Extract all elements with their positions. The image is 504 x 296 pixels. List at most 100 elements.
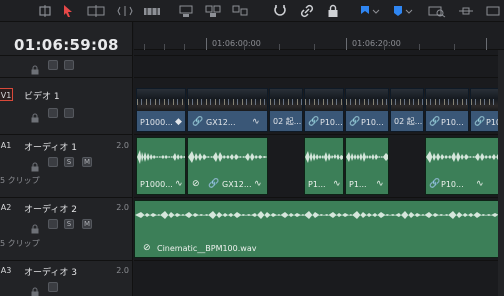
waveform	[426, 151, 503, 163]
current-timecode[interactable]: 01:06:59:08	[14, 36, 119, 54]
waveform	[188, 151, 267, 163]
track-id-a1[interactable]: A1	[0, 139, 12, 152]
fade-icon: ⊘	[192, 179, 200, 189]
zoom-icon[interactable]	[428, 4, 446, 18]
lock-icon[interactable]	[30, 157, 40, 172]
solo-button-a1[interactable]: S	[64, 157, 74, 167]
trim-icon[interactable]	[38, 4, 52, 18]
blade-icon[interactable]	[87, 4, 105, 18]
zoom-out-icon[interactable]	[458, 4, 474, 18]
link-icon: 🔗	[208, 179, 220, 189]
clip-label: P1000...	[140, 118, 173, 127]
ruler-tick	[454, 44, 455, 50]
curve-icon: ∿	[333, 179, 341, 189]
divider	[134, 197, 504, 198]
mute-button-a2[interactable]: M	[82, 219, 92, 229]
track-header-v1: V1 ビデオ 1	[0, 78, 133, 132]
track-id-v1[interactable]: V1	[0, 88, 13, 101]
video-toggle-icon[interactable]	[64, 108, 74, 118]
clip-label: P10...	[361, 118, 384, 127]
ruler-tick	[486, 38, 487, 50]
waveform	[137, 150, 185, 164]
timeline-area[interactable]: 01:06:00:00 01:06:20:00 P1000... ◆ 🔗 GX1…	[134, 22, 504, 296]
vertical-scrollbar[interactable]	[498, 50, 504, 296]
video-clip[interactable]: 02 起...	[390, 88, 424, 132]
track-name-a3[interactable]: オーディオ 3	[24, 265, 77, 278]
track-volume-a2: 2.0	[116, 203, 129, 212]
audio-clip[interactable]: ⊘ 🔗 GX12... ∿	[187, 137, 268, 195]
auto-select-icon[interactable]	[48, 157, 58, 167]
flag-icon[interactable]	[360, 4, 370, 18]
lock-icon[interactable]	[30, 60, 40, 75]
ruler-tick	[144, 44, 145, 50]
fit-icon[interactable]	[205, 4, 221, 18]
link-icon[interactable]	[300, 4, 314, 18]
ruler-label: 01:06:20:00	[352, 39, 401, 48]
video-clip[interactable]: 02 起...	[269, 88, 303, 132]
auto-select-icon[interactable]	[48, 108, 58, 118]
solo-button-a2[interactable]: S	[64, 219, 74, 229]
curve-icon: ∿	[252, 117, 260, 127]
link-icon: 🔗	[474, 117, 486, 127]
marker-dropdown-chevron-icon[interactable]	[405, 4, 413, 18]
overwrite-icon[interactable]	[143, 4, 161, 18]
clip-label: Cinematic__BPM100.wav	[157, 244, 257, 253]
track-header-a2: A2 オーディオ 2 2.0 S M 5 クリップ	[0, 198, 133, 260]
timecode-ruler[interactable]: 01:06:00:00 01:06:20:00	[134, 22, 504, 50]
ripple-icon[interactable]	[232, 4, 248, 18]
clip-label: GX12...	[222, 180, 252, 189]
audio-clip-music[interactable]: ⊘ Cinematic__BPM100.wav	[134, 200, 504, 258]
flag-dropdown-chevron-icon[interactable]	[372, 4, 380, 18]
clip-label: GX12...	[206, 118, 236, 127]
monitor-icon[interactable]	[64, 60, 74, 70]
track-name-a1[interactable]: オーディオ 1	[24, 140, 77, 153]
audio-clip[interactable]: P1... ∿	[304, 137, 344, 195]
link-icon: 🔗	[349, 117, 361, 127]
timeline-toolbar	[0, 0, 504, 22]
marker-icon[interactable]	[393, 4, 403, 18]
ruler-tick	[244, 44, 245, 50]
curve-icon: ∿	[376, 179, 384, 189]
lock-icon[interactable]	[327, 4, 339, 18]
insert-icon[interactable]	[117, 4, 133, 18]
clip-label: P10...	[441, 118, 464, 127]
clip-label: P1000...	[140, 180, 173, 189]
audio-clip[interactable]: P10... 🔗 ∿	[425, 137, 504, 195]
clip-label: 02 起...	[273, 117, 302, 126]
link-icon: 🔗	[429, 179, 441, 189]
ruler-tick	[184, 44, 185, 50]
lock-icon[interactable]	[30, 108, 40, 123]
mute-button-a1[interactable]: M	[82, 157, 92, 167]
replace-icon[interactable]	[178, 4, 194, 18]
audio-clip[interactable]: P1... ∿	[345, 137, 389, 195]
auto-select-icon[interactable]	[48, 219, 58, 229]
full-zoom-icon[interactable]	[486, 4, 500, 18]
track-name-a2[interactable]: オーディオ 2	[24, 202, 77, 215]
link-icon: ◆	[175, 117, 182, 127]
lock-icon[interactable]	[30, 282, 40, 296]
track-id-a2[interactable]: A2	[0, 201, 12, 214]
divider	[134, 260, 504, 261]
select-arrow-icon[interactable]	[63, 4, 73, 18]
lock-icon[interactable]	[30, 219, 40, 234]
clip-label: P1...	[308, 180, 326, 189]
snap-icon[interactable]	[273, 4, 287, 18]
video-clip[interactable]: 🔗 GX12... ∿	[187, 88, 268, 132]
ruler-tick	[419, 44, 420, 50]
video-clip[interactable]: 🔗 P10...	[304, 88, 344, 132]
ruler-tick	[346, 38, 347, 50]
ruler-label: 01:06:00:00	[212, 39, 261, 48]
clip-label: P10...	[320, 118, 343, 127]
ruler-tick	[384, 44, 385, 50]
auto-select-icon[interactable]	[48, 282, 58, 292]
audio-clip[interactable]: P1000... ∿	[136, 137, 186, 195]
video-clip[interactable]: 🔗 P10...	[425, 88, 469, 132]
track-id-a3[interactable]: A3	[0, 264, 12, 277]
track-name-v1[interactable]: ビデオ 1	[24, 89, 60, 102]
video-clip[interactable]: 🔗 P10...	[345, 88, 389, 132]
auto-select-icon[interactable]	[48, 60, 58, 70]
link-icon: 🔗	[429, 117, 441, 127]
track-header-a3: A3 オーディオ 3 2.0	[0, 261, 133, 296]
clip-label: 02 起...	[394, 117, 423, 126]
video-clip[interactable]: P1000... ◆	[136, 88, 186, 132]
